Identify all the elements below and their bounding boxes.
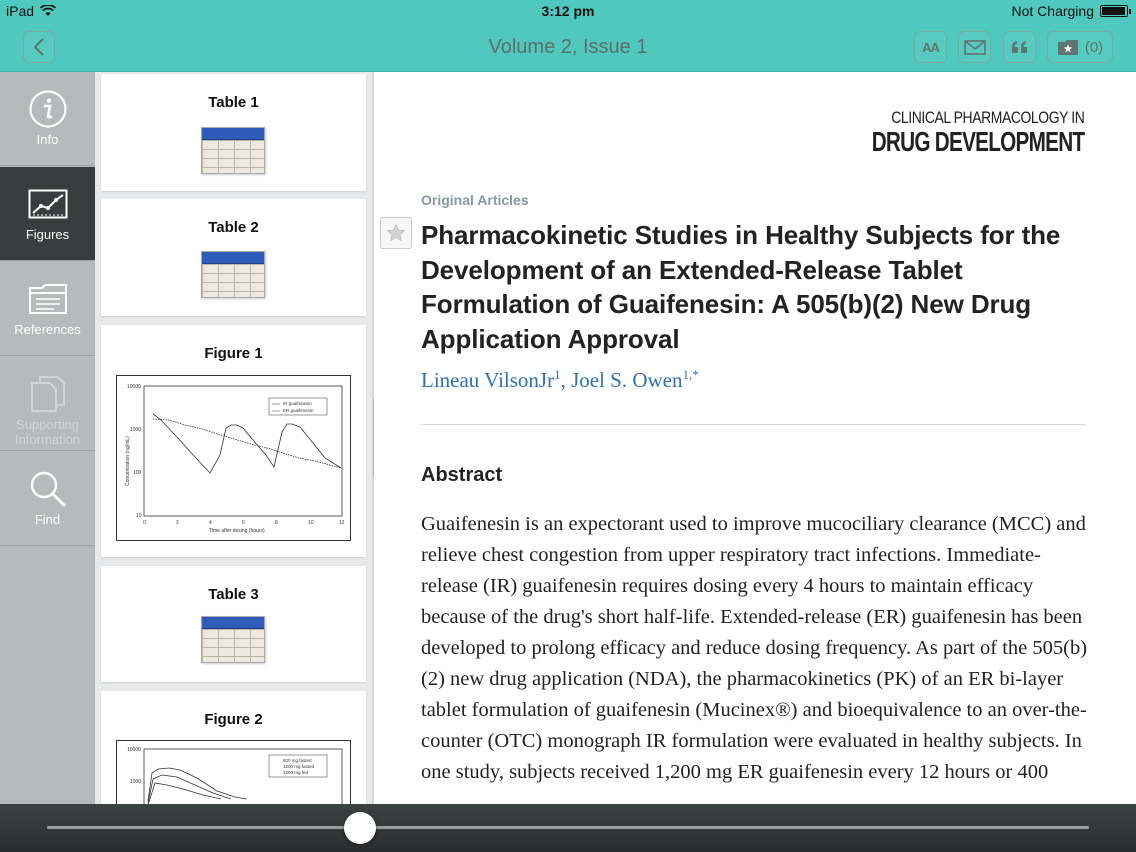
ytick-label: 1000	[130, 427, 141, 433]
email-button[interactable]	[958, 31, 991, 63]
nav-bar: Volume 2, Issue 1 AA (0)	[0, 22, 1136, 72]
search-icon	[29, 470, 67, 508]
abstract-text: Guaifenesin is an expectorant used to im…	[421, 513, 1088, 783]
star-icon	[386, 223, 406, 242]
article-title: Pharmacokinetic Studies in Healthy Subje…	[421, 220, 1061, 354]
figure-2-thumbnail: 10000 1000 600 mg fasted 1200 mg fasted …	[116, 740, 351, 804]
sidebar-item-supporting-information: Supporting Information	[0, 357, 95, 451]
sidebar-item-label: References	[14, 322, 81, 337]
xtick-label: 10	[308, 520, 314, 526]
ir-series-line	[152, 413, 342, 474]
bookmarks-count: (0)	[1084, 38, 1104, 56]
app-root: iPad 3:12 pm Not Charging Volume 2, Issu…	[0, 0, 1136, 852]
article-section-label: Original Articles	[421, 192, 529, 208]
y-axis-label: Concentration (ng/mL)	[125, 436, 131, 486]
sidebar-item-references[interactable]: References	[0, 262, 95, 356]
xtick-label: 4	[209, 520, 212, 526]
cite-button[interactable]	[1003, 31, 1036, 63]
page-slider-bar	[0, 804, 1136, 852]
folder-star-icon	[1057, 39, 1078, 55]
sidebar-item-label: Figures	[25, 227, 70, 242]
legend-label: 1200 mg fasted	[283, 764, 315, 769]
favorite-star-button[interactable]	[380, 217, 412, 249]
legend-label: ER guaifenesin	[283, 408, 314, 413]
sidebar-item-label: Supporting Information	[14, 417, 81, 447]
figure-1-plot: 10000 1000 100 10 0 2 4 6 8 10 12 Time a…	[125, 384, 345, 534]
ytick-label: 100	[133, 470, 142, 476]
ytick-label: 1000	[130, 779, 141, 785]
status-time: 3:12 pm	[541, 3, 595, 19]
bookmarks-button[interactable]: (0)	[1047, 31, 1113, 63]
author-link[interactable]: Joel S. Owen	[571, 368, 682, 392]
er-series-line	[152, 418, 342, 469]
thumbnail-title: Figure 2	[204, 711, 263, 728]
sidebar-item-label: Find	[34, 512, 61, 527]
quote-icon	[1011, 41, 1027, 53]
thumbnail-card-table-2[interactable]: Table 2	[101, 199, 366, 316]
author-affiliation: 1,*	[682, 367, 699, 382]
thumbnail-card-table-3[interactable]: Table 3	[101, 566, 366, 682]
xtick-label: 2	[176, 520, 179, 526]
ytick-label: 10	[136, 513, 142, 519]
figure-1-thumbnail: 10000 1000 100 10 0 2 4 6 8 10 12 Time a…	[116, 375, 351, 541]
thumbnail-title: Table 2	[208, 219, 259, 236]
sidebar-item-info[interactable]: Info	[0, 72, 95, 166]
font-size-icon: AA	[922, 39, 940, 55]
ytick-label: 10000	[127, 747, 141, 753]
thumbnail-title: Figure 1	[204, 345, 263, 362]
legend-label: IR guaifenesin	[283, 401, 312, 406]
article-view: CLINICAL PHARMACOLOGY IN DRUG DEVELOPMEN…	[374, 72, 1136, 804]
thumbnail-card-figure-2[interactable]: Figure 2 10000 1000 600 mg fasted 1200 m…	[101, 691, 366, 804]
sidebar-item-find[interactable]: Find	[0, 452, 95, 546]
abstract-heading: Abstract	[421, 464, 503, 486]
sidebar-item-figures[interactable]: Figures	[0, 167, 95, 261]
status-right: Not Charging	[1011, 3, 1131, 19]
charging-status: Not Charging	[1011, 3, 1095, 19]
figure-2-plot: 10000 1000 600 mg fasted 1200 mg fasted …	[127, 747, 343, 804]
table-icon	[201, 127, 265, 174]
references-folder-icon	[28, 280, 68, 318]
x-axis-label: Time after dosing (hours)	[209, 528, 265, 534]
xtick-label: 6	[242, 520, 245, 526]
thumbnail-card-figure-1[interactable]: Figure 1 10000 1000 100 10 0 2 4 6 8 10	[101, 325, 366, 557]
sidebar-item-label: Info	[36, 132, 59, 147]
thumbnail-title: Table 1	[208, 94, 259, 111]
legend-label: 600 mg fasted	[283, 758, 312, 763]
thumbnail-title: Table 3	[208, 586, 259, 603]
status-bar: iPad 3:12 pm Not Charging	[0, 0, 1136, 22]
author-link[interactable]: Lineau VilsonJr	[421, 368, 554, 392]
table-icon	[201, 616, 265, 663]
xtick-label: 0	[143, 520, 146, 526]
author-list: Lineau VilsonJr1, Joel S. Owen1,*	[421, 367, 699, 393]
journal-logo-line2: DRUG DEVELOPMENT	[871, 126, 1084, 157]
sidebar: Info Figures References Supporting Infor…	[0, 72, 95, 804]
author-separator: ,	[560, 368, 572, 392]
ytick-label: 10000	[127, 384, 141, 390]
journal-logo-line1: CLINICAL PHARMACOLOGY IN	[890, 108, 1085, 127]
battery-icon	[1100, 5, 1131, 17]
journal-logo: CLINICAL PHARMACOLOGY IN DRUG DEVELOPMEN…	[797, 108, 1084, 158]
xtick-label: 12	[339, 520, 345, 526]
section-divider	[421, 424, 1086, 425]
info-icon	[28, 90, 68, 128]
legend-label: 1200 mg fed	[283, 770, 309, 775]
page-slider-knob[interactable]	[343, 812, 376, 844]
envelope-icon	[963, 39, 986, 55]
page-slider-track[interactable]	[47, 826, 1089, 829]
figures-thumbnail-list: Table 1 Table 2 Figure 1 10000 1000 100 …	[95, 72, 372, 804]
xtick-label: 8	[275, 520, 278, 526]
figures-chart-icon	[28, 185, 68, 223]
font-size-button[interactable]: AA	[914, 31, 947, 63]
table-icon	[201, 251, 265, 298]
supporting-info-documents-icon	[30, 375, 66, 413]
thumbnail-card-table-1[interactable]: Table 1	[101, 74, 366, 191]
